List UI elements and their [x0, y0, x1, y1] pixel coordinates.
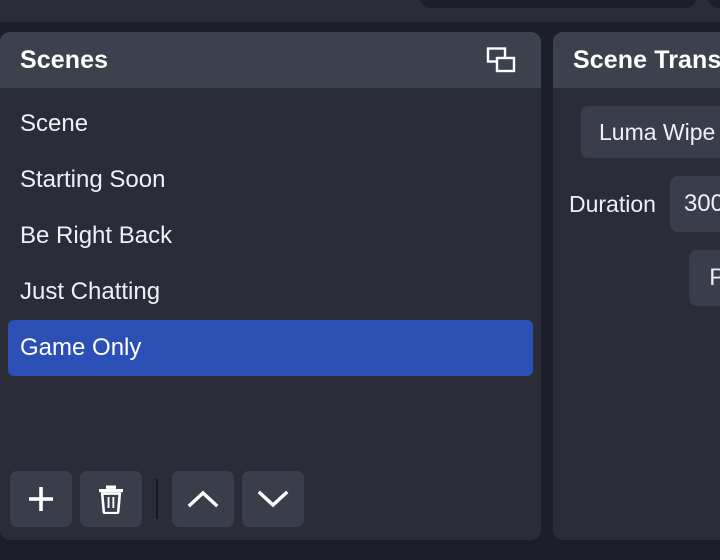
scene-list-item[interactable]: Be Right Back — [8, 208, 533, 264]
scene-transitions-dock-title: Scene Transitions — [573, 45, 720, 74]
transition-properties-label: Properties — [709, 264, 720, 291]
chevron-down-icon — [257, 488, 289, 510]
transition-duration-value: 300 ms — [683, 190, 720, 217]
scene-list-item[interactable]: Just Chatting — [8, 264, 533, 320]
scene-transitions-dock: Scene Transitions Luma Wipe Duration 300… — [553, 32, 720, 540]
plus-icon — [26, 484, 56, 514]
add-scene-button[interactable] — [10, 471, 72, 527]
transition-duration-row: Duration 300 ms — [569, 176, 720, 232]
scene-list-item[interactable]: Starting Soon — [8, 152, 533, 208]
transition-type-value: Luma Wipe — [599, 118, 716, 145]
scene-list-item-selected[interactable]: Game Only — [8, 320, 533, 376]
scene-list-item-label: Scene — [20, 110, 89, 137]
remove-scene-button[interactable] — [80, 471, 142, 527]
scene-list-item-label: Game Only — [20, 334, 142, 361]
toolbar-divider — [156, 479, 158, 519]
scene-transitions-dock-header: Scene Transitions — [553, 32, 720, 88]
transition-duration-label: Duration — [569, 190, 656, 217]
scene-transitions-body: Luma Wipe Duration 300 ms Properties — [553, 88, 720, 540]
transition-properties-button[interactable]: Properties — [689, 250, 720, 306]
transition-duration-input[interactable]: 300 ms — [669, 176, 720, 232]
scene-list-item-label: Be Right Back — [20, 222, 173, 249]
move-scene-down-button[interactable] — [242, 471, 304, 527]
chevron-up-icon — [187, 488, 219, 510]
scene-list-item-label: Just Chatting — [20, 278, 161, 305]
scenes-dock: Scenes Scene Starting Soon Be Right Back… — [0, 32, 541, 540]
scene-list[interactable]: Scene Starting Soon Be Right Back Just C… — [0, 88, 541, 470]
scenes-toolbar — [0, 470, 541, 540]
multiview-duplicate-icon[interactable] — [481, 40, 521, 80]
transition-type-select[interactable]: Luma Wipe — [581, 106, 720, 158]
upper-dock-remnant — [0, 0, 720, 22]
scenes-dock-title: Scenes — [20, 45, 109, 74]
trash-icon — [97, 484, 125, 514]
upper-dock-panel-right — [708, 0, 720, 8]
move-scene-up-button[interactable] — [172, 471, 234, 527]
upper-dock-panel-left — [420, 0, 696, 8]
dock-gutter-top — [0, 22, 720, 32]
scene-list-item[interactable]: Scene — [8, 96, 533, 152]
scenes-dock-header: Scenes — [0, 32, 541, 88]
scene-list-item-label: Starting Soon — [20, 166, 166, 193]
